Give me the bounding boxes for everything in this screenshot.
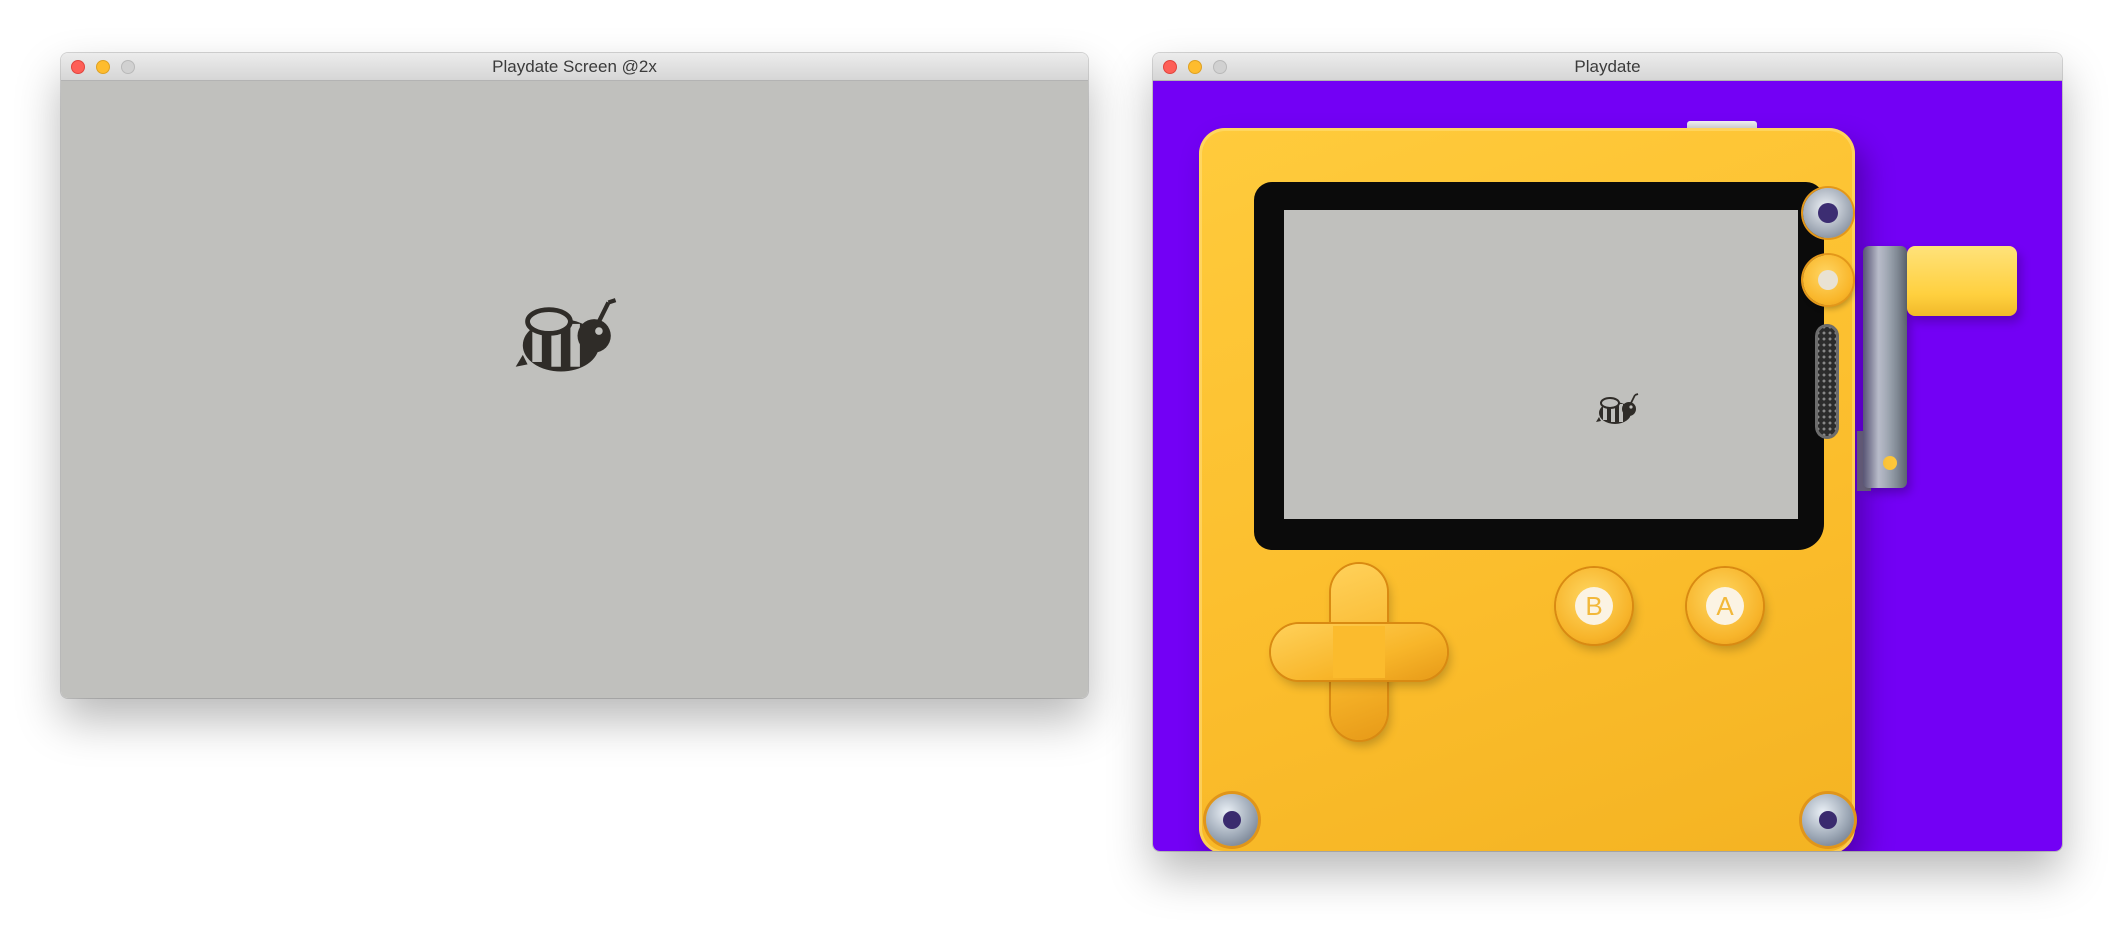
dpad-center: [1333, 626, 1385, 678]
b-button[interactable]: B: [1556, 568, 1632, 644]
crank-dot: [1883, 456, 1897, 470]
menu-button-center: [1818, 270, 1838, 290]
b-button-label: B: [1575, 587, 1613, 625]
screw-bottom-left: [1206, 794, 1258, 846]
lock-button-center: [1818, 203, 1838, 223]
screen-canvas[interactable]: [61, 81, 1088, 698]
screw-bottom-right: [1802, 794, 1854, 846]
device-view: B A: [1153, 81, 2062, 851]
a-button-label: A: [1706, 587, 1744, 625]
bee-icon: [1596, 393, 1639, 424]
playdate-screen-window: Playdate Screen @2x: [61, 53, 1088, 698]
bee-icon: [515, 298, 617, 372]
lock-button[interactable]: [1803, 188, 1853, 238]
crank-arm[interactable]: [1863, 246, 1907, 488]
window-title: Playdate: [1574, 57, 1641, 76]
playdate-device-window: Playdate B A: [1153, 53, 2062, 851]
crank-knob[interactable]: [1907, 246, 2017, 316]
menu-button[interactable]: [1803, 255, 1853, 305]
window-title: Playdate Screen @2x: [492, 57, 657, 76]
title-bar[interactable]: Playdate: [1153, 53, 2062, 81]
speaker-grille: [1815, 324, 1839, 439]
playdate-device: B A: [1199, 128, 1855, 851]
title-bar[interactable]: Playdate Screen @2x: [61, 53, 1088, 81]
device-screen[interactable]: [1284, 210, 1798, 519]
a-button[interactable]: A: [1687, 568, 1763, 644]
